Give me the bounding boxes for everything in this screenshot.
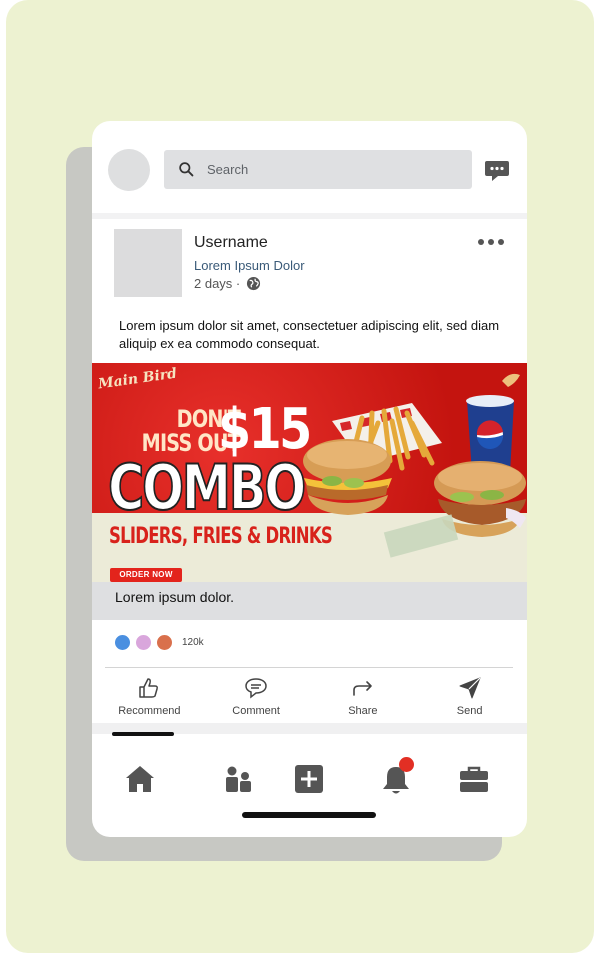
- nav-people[interactable]: [220, 761, 256, 797]
- search-placeholder: Search: [207, 162, 249, 177]
- recommend-label: Recommend: [118, 705, 181, 717]
- post-username[interactable]: Username: [194, 234, 268, 252]
- briefcase-icon: [460, 766, 488, 792]
- comment-button[interactable]: Comment: [211, 670, 301, 723]
- reaction-dot-orange: [157, 635, 172, 650]
- search-icon: [179, 162, 194, 177]
- phone-screen: Search Username Lorem Ipsum Dolor 2 days…: [92, 121, 527, 837]
- profile-avatar[interactable]: [108, 149, 150, 191]
- post-timestamp: 2 days ·: [194, 276, 261, 291]
- nav-home[interactable]: [122, 761, 158, 797]
- top-bar: Search: [92, 121, 527, 213]
- reaction-count: 120k: [182, 637, 204, 648]
- share-button[interactable]: Share: [318, 670, 408, 723]
- bottom-navigation: [92, 753, 527, 803]
- comment-icon: [245, 678, 267, 699]
- burger-icon: [303, 439, 392, 515]
- divider: [105, 667, 513, 668]
- banner-headline: COMBO: [107, 451, 307, 524]
- drink-cup-icon: [466, 373, 520, 473]
- share-label: Share: [348, 705, 378, 717]
- reaction-dot-pink: [136, 635, 151, 650]
- send-button[interactable]: Send: [425, 670, 515, 723]
- chat-icon[interactable]: [484, 157, 510, 183]
- post-time: 2 days ·: [194, 276, 241, 291]
- people-icon: [226, 766, 251, 792]
- globe-icon: [247, 276, 261, 291]
- reaction-dot-blue: [115, 635, 130, 650]
- section-separator: [92, 213, 527, 219]
- food-illustration: [303, 373, 526, 558]
- more-options-icon[interactable]: [478, 239, 504, 245]
- thumbs-up-icon: [139, 678, 159, 698]
- post-actions: Recommend Comment Share Send: [92, 670, 527, 723]
- nav-create[interactable]: [291, 761, 327, 797]
- post-caption: Lorem ipsum dolor.: [115, 589, 235, 605]
- add-icon: [295, 765, 323, 793]
- home-indicator: [242, 812, 376, 818]
- notification-badge: [399, 757, 414, 772]
- send-label: Send: [456, 705, 483, 717]
- comment-label: Comment: [232, 705, 280, 717]
- active-tab-indicator: [112, 732, 174, 736]
- order-now-button[interactable]: ORDER NOW: [110, 568, 182, 582]
- post-body-text: Lorem ipsum dolor sit amet, consectetuer…: [119, 318, 500, 351]
- post-subtitle: Lorem Ipsum Dolor: [194, 258, 305, 273]
- post-author-avatar[interactable]: [114, 229, 182, 297]
- post-image-banner[interactable]: Main Bird DON'T MISS OUT $15 COMBO SLIDE…: [92, 363, 527, 582]
- send-icon: [459, 677, 481, 699]
- recommend-button[interactable]: Recommend: [104, 670, 194, 723]
- home-icon: [126, 766, 154, 792]
- nav-jobs[interactable]: [456, 761, 492, 797]
- search-input[interactable]: Search: [164, 150, 472, 189]
- share-arrow-icon: [353, 681, 372, 696]
- reaction-summary[interactable]: 120k: [115, 635, 204, 650]
